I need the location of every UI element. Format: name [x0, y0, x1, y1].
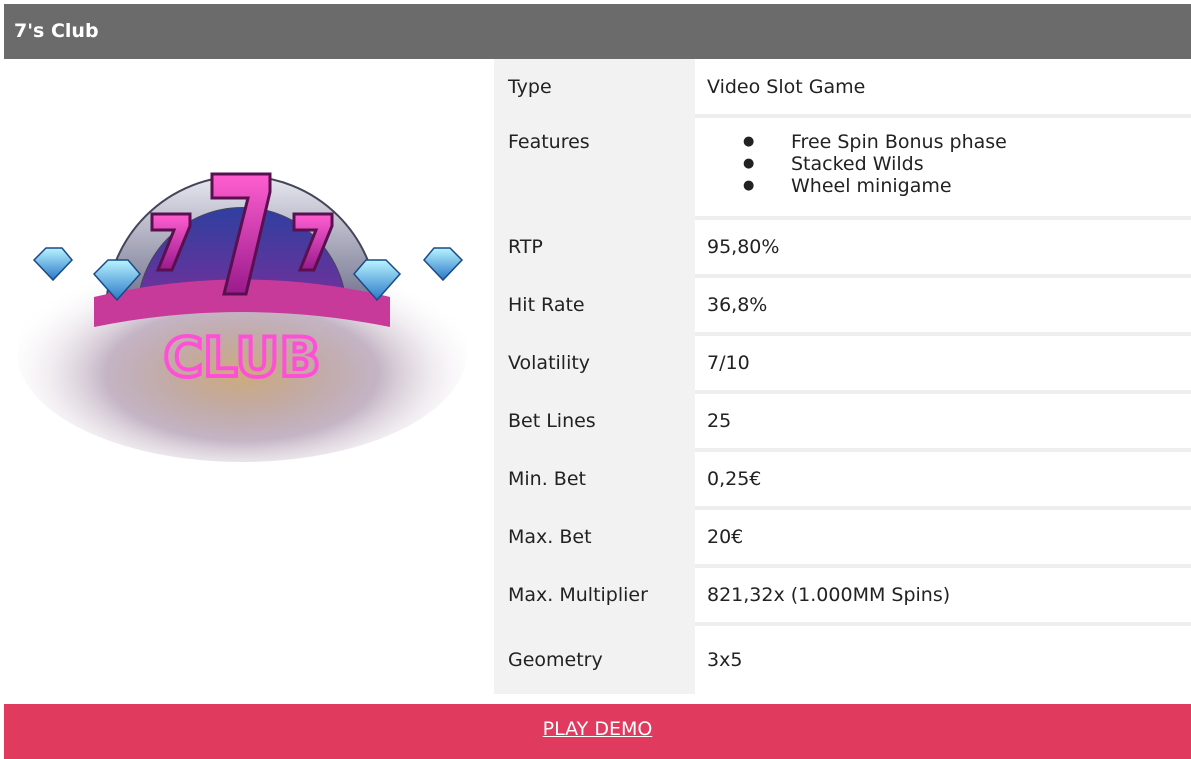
logo-club-text: CLUB	[163, 326, 320, 389]
spec-value: 7/10	[695, 336, 1191, 394]
spec-value: 95,80%	[695, 220, 1191, 278]
spec-value: 20€	[695, 510, 1191, 568]
table-row: Hit Rate 36,8%	[494, 278, 1191, 336]
table-row: Bet Lines 25	[494, 394, 1191, 452]
specs-table: Type Video Slot Game Features Free Spin …	[494, 59, 1191, 694]
spec-value: 3x5	[707, 649, 743, 671]
table-row: Min. Bet 0,25€	[494, 452, 1191, 510]
spec-label: Max. Bet	[494, 510, 695, 568]
table-row: Volatility 7/10	[494, 336, 1191, 394]
game-card: 7's Club CLUB Type Video Slot Game Featu…	[4, 4, 1191, 759]
play-demo-bar: PLAY DEMO	[4, 704, 1191, 759]
spec-label: Hit Rate	[494, 278, 695, 336]
game-title: 7's Club	[4, 4, 1191, 59]
features-list-cell: Free Spin Bonus phase Stacked Wilds Whee…	[695, 118, 1191, 220]
table-row: RTP 95,80%	[494, 220, 1191, 278]
spec-label: Max. Multiplier	[494, 568, 695, 626]
table-row: Type Video Slot Game	[494, 59, 1191, 118]
spec-value: Video Slot Game	[695, 59, 1191, 118]
spec-value: 0,25€	[695, 452, 1191, 510]
list-item: Wheel minigame	[743, 175, 1191, 197]
spec-label: Type	[494, 59, 695, 118]
game-logo: CLUB	[14, 122, 469, 462]
list-item: Free Spin Bonus phase	[743, 131, 1191, 153]
table-row: Max. Bet 20€	[494, 510, 1191, 568]
table-row: Max. Multiplier 821,32x (1.000MM Spins)	[494, 568, 1191, 626]
spec-label: Features	[494, 118, 695, 220]
spec-value: 821,32x (1.000MM Spins)	[695, 568, 1191, 626]
features-list: Free Spin Bonus phase Stacked Wilds Whee…	[707, 131, 1191, 197]
spec-label: Min. Bet	[494, 452, 695, 510]
table-row: Features Free Spin Bonus phase Stacked W…	[494, 118, 1191, 220]
table-row: Geometry 3x5	[494, 626, 1191, 694]
spec-label: Bet Lines	[494, 394, 695, 452]
spec-label: Geometry	[494, 626, 695, 694]
spec-value: 25	[695, 394, 1191, 452]
spec-value: 36,8%	[695, 278, 1191, 336]
spec-label: RTP	[494, 220, 695, 278]
spec-label: Volatility	[494, 336, 695, 394]
play-demo-link[interactable]: PLAY DEMO	[543, 718, 653, 740]
game-logo-image: CLUB	[17, 172, 467, 462]
list-item: Stacked Wilds	[743, 153, 1191, 175]
